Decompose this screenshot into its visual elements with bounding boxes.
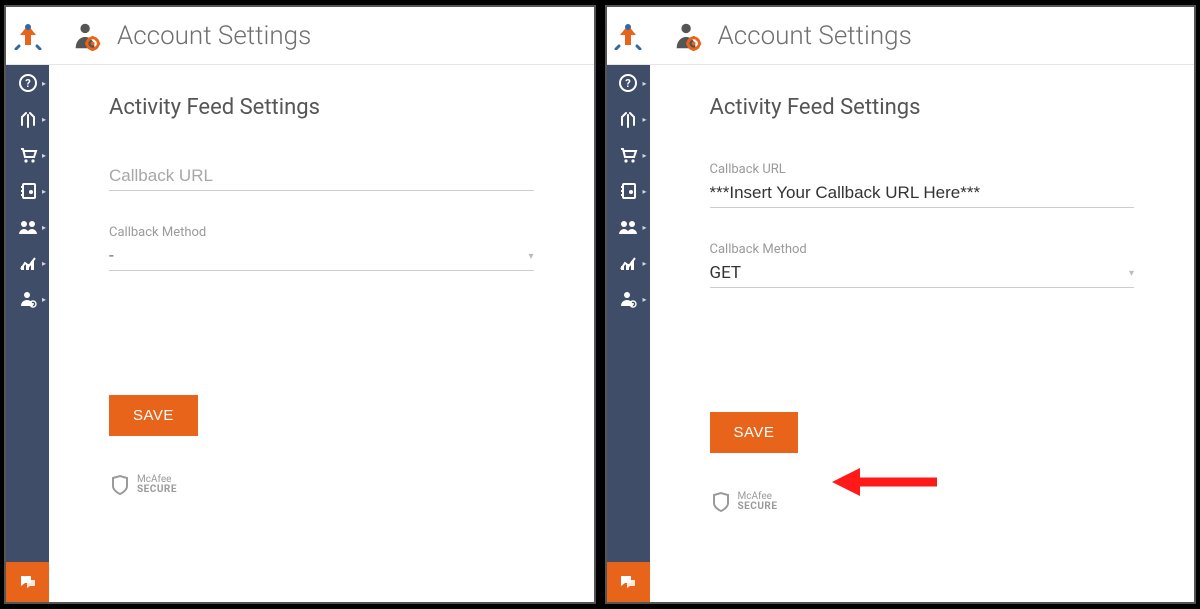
title-bar: Account Settings [49,7,594,65]
callback-url-field: Callback URL [710,162,1135,208]
sidebar-item-orders[interactable] [6,137,49,173]
chat-button[interactable] [6,562,49,602]
callback-url-input[interactable] [710,179,1135,208]
sidebar-item-help[interactable]: ? [607,65,650,101]
sidebar-rail: ? [6,7,49,602]
save-button[interactable]: SAVE [710,412,799,453]
before-panel: ? Account Settings [4,5,596,604]
analytics-icon [618,253,638,273]
sidebar-rail: ? [607,7,650,602]
mcafee-badge[interactable]: McAfee SECURE [109,474,534,496]
sidebar-item-address-book[interactable] [6,173,49,209]
chat-bubbles-icon [18,572,38,592]
settings-form: Activity Feed Settings Callback Method -… [49,65,594,602]
sidebar-item-analytics[interactable] [6,245,49,281]
shopping-cart-icon [18,145,38,165]
analytics-icon [18,253,38,273]
chevron-down-icon: ▾ [528,251,533,262]
shopping-cart-icon [618,145,638,165]
sidebar-item-account[interactable] [607,281,650,317]
mcafee-text: McAfee SECURE [137,475,177,495]
sidebar-item-help[interactable]: ? [6,65,49,101]
mcafee-text: McAfee SECURE [738,492,778,512]
route-logo-icon [14,22,42,50]
callback-method-value: - [109,246,114,266]
callback-method-label: Callback Method [109,225,534,240]
page-title: Account Settings [117,21,311,51]
sidebar-item-team[interactable] [6,209,49,245]
callback-method-value: GET [710,263,742,283]
user-gear-icon [618,289,638,309]
sidebar-item-routes[interactable] [607,101,650,137]
sidebar-item-orders[interactable] [607,137,650,173]
after-panel: ? Account Settings [605,5,1197,604]
chat-bubbles-icon [618,572,638,592]
sidebar-item-team[interactable] [607,209,650,245]
callback-method-label: Callback Method [710,242,1135,257]
callback-method-select[interactable]: - ▾ [109,242,534,271]
sidebar-item-address-book[interactable] [607,173,650,209]
address-book-icon [618,181,638,201]
help-circle-icon: ? [618,73,638,93]
app-logo[interactable] [607,7,650,65]
mcafee-shield-icon [109,474,131,496]
routes-arrows-icon [18,109,38,129]
chat-button[interactable] [607,562,650,602]
main-area: Account Settings Activity Feed Settings … [49,7,594,602]
account-settings-icon [71,20,103,52]
user-gear-icon [18,289,38,309]
address-book-icon [18,181,38,201]
callback-method-field: Callback Method GET ▾ [710,242,1135,288]
routes-arrows-icon [618,109,638,129]
team-icon [617,217,639,237]
app-logo[interactable] [6,7,49,65]
account-settings-icon [672,20,704,52]
route-logo-icon [614,22,642,50]
svg-text:?: ? [25,77,31,90]
title-bar: Account Settings [650,7,1195,65]
callback-url-label: Callback URL [710,162,1135,177]
page-title: Account Settings [718,21,912,51]
section-heading: Activity Feed Settings [710,95,1135,120]
chevron-down-icon: ▾ [1129,268,1134,279]
team-icon [17,217,39,237]
sidebar-item-analytics[interactable] [607,245,650,281]
mcafee-shield-icon [710,491,732,513]
callback-url-field [109,162,534,191]
sidebar-item-account[interactable] [6,281,49,317]
mcafee-badge[interactable]: McAfee SECURE [710,491,1135,513]
settings-form: Activity Feed Settings Callback URL Call… [650,65,1195,602]
sidebar-item-routes[interactable] [6,101,49,137]
main-area: Account Settings Activity Feed Settings … [650,7,1195,602]
svg-text:?: ? [625,77,631,90]
help-circle-icon: ? [18,73,38,93]
callback-url-input[interactable] [109,162,534,191]
callback-method-field: Callback Method - ▾ [109,225,534,271]
save-button[interactable]: SAVE [109,395,198,436]
callback-method-select[interactable]: GET ▾ [710,259,1135,288]
section-heading: Activity Feed Settings [109,95,534,120]
